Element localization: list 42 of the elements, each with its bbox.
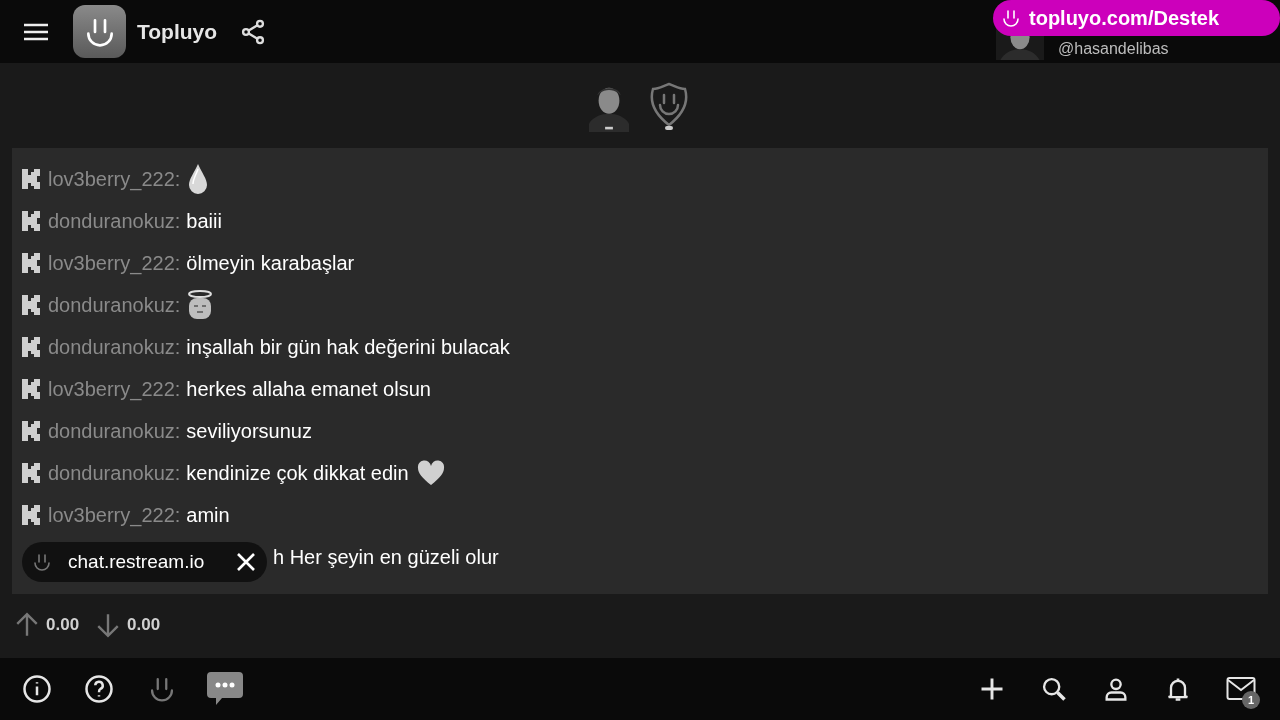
search-icon[interactable] bbox=[1040, 675, 1068, 703]
chat-username: donduranokuz: bbox=[48, 209, 181, 234]
kick-icon bbox=[22, 211, 40, 231]
kick-icon bbox=[22, 421, 40, 441]
chat-message: h Her şeyin en güzeli olur bbox=[273, 545, 499, 570]
chat-bubble-icon[interactable] bbox=[206, 671, 244, 707]
kick-icon bbox=[22, 379, 40, 399]
info-icon[interactable] bbox=[22, 674, 52, 704]
chat-message: seviliyorsunuz bbox=[186, 419, 312, 444]
kick-icon bbox=[22, 295, 40, 315]
kick-icon bbox=[22, 505, 40, 525]
app-name: Topluyo bbox=[137, 18, 218, 45]
chat-message: amin bbox=[186, 503, 230, 528]
close-icon[interactable] bbox=[235, 551, 257, 573]
upload-speed: 0.00 bbox=[46, 614, 80, 637]
chat-message: baiii bbox=[186, 209, 222, 234]
toast-url: chat.restream.io bbox=[68, 549, 205, 574]
chat-message: ölmeyin karabaşlar bbox=[186, 251, 355, 276]
chat-username: donduranokuz: bbox=[48, 461, 181, 486]
chat-message: inşallah bir gün hak değerini bulacak bbox=[186, 335, 510, 360]
halo-face-emote-icon bbox=[186, 290, 215, 320]
promo-link[interactable]: topluyo.com/Destek bbox=[1029, 3, 1220, 33]
chat-username: lov3berry_222: bbox=[48, 377, 181, 403]
mail-icon[interactable] bbox=[1226, 676, 1256, 702]
chat-username: donduranokuz: bbox=[48, 419, 181, 444]
chat-message: herkes allaha emanet olsun bbox=[186, 377, 431, 402]
kick-icon bbox=[22, 253, 40, 273]
help-icon[interactable] bbox=[84, 674, 114, 704]
kick-icon bbox=[22, 463, 40, 483]
chat-username: lov3berry_222: bbox=[48, 251, 181, 277]
chat-username: lov3berry_222: bbox=[48, 503, 181, 529]
user-handle: @hasandelibas bbox=[1058, 39, 1169, 59]
chat-username: donduranokuz: bbox=[48, 293, 181, 318]
download-speed: 0.00 bbox=[127, 614, 161, 637]
upload-arrow-icon bbox=[14, 612, 40, 638]
chat-username: donduranokuz: bbox=[48, 335, 181, 360]
chat-username: lov3berry_222: bbox=[48, 167, 181, 193]
kick-icon bbox=[22, 337, 40, 357]
chat-message: kendinize çok dikkat edin bbox=[186, 461, 409, 486]
notification-badge: 1 bbox=[1242, 691, 1260, 709]
kick-icon bbox=[22, 169, 40, 189]
app-logo-icon[interactable] bbox=[73, 5, 126, 58]
